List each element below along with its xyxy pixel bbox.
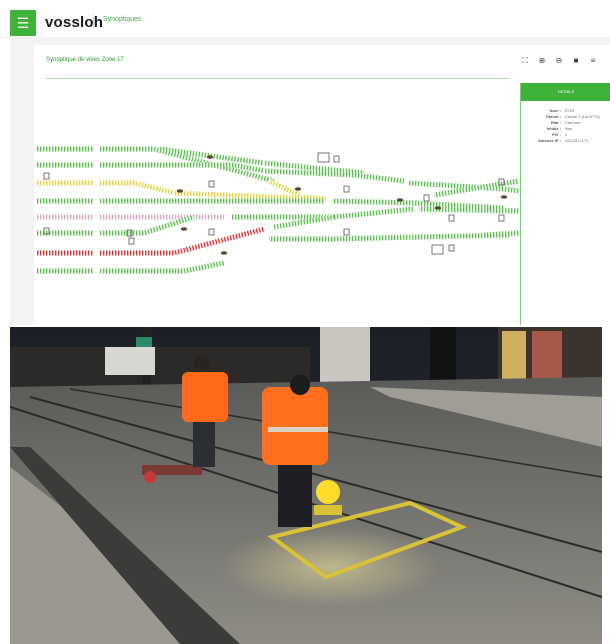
track-segment[interactable] — [37, 214, 94, 220]
zoom-in-icon[interactable]: ⊕ — [537, 56, 547, 65]
track-segment[interactable] — [353, 172, 405, 184]
track-segment[interactable] — [37, 268, 94, 274]
cabinet-icon[interactable] — [317, 152, 330, 163]
sensor-icon[interactable] — [343, 185, 350, 193]
details-panel: DETAILS Nom : E722 Parent : Centre 1 (Lis … — [520, 83, 610, 325]
track-segment[interactable] — [333, 232, 510, 242]
switch-motor-icon[interactable] — [176, 189, 184, 193]
header-divider — [93, 14, 94, 28]
track-segment[interactable] — [99, 162, 234, 168]
photo-track-inspection — [10, 327, 602, 644]
track-segment[interactable] — [37, 250, 94, 256]
app-title: Synoptiques — [103, 16, 142, 23]
panel-title-underline — [46, 78, 510, 79]
switch-motor-icon[interactable] — [220, 251, 228, 255]
sensor-icon[interactable] — [498, 214, 505, 222]
switch-motor-icon[interactable] — [206, 155, 214, 159]
track-segment[interactable] — [483, 230, 520, 238]
track-diagram — [37, 146, 520, 274]
cabinet-icon[interactable] — [431, 244, 444, 255]
switch-motor-icon[interactable] — [180, 227, 188, 231]
track-segment[interactable] — [99, 180, 134, 186]
logo: vossloh — [45, 14, 104, 31]
track-segment[interactable] — [37, 230, 94, 236]
track-segment[interactable] — [99, 268, 184, 274]
panel-title: Synoptique de voies Zone 17 — [46, 57, 124, 63]
track-segment[interactable] — [99, 198, 324, 204]
track-segment[interactable] — [99, 250, 174, 256]
sensor-icon[interactable] — [448, 214, 455, 222]
switch-motor-icon[interactable] — [294, 187, 302, 191]
sensor-icon[interactable] — [208, 228, 215, 236]
track-segment[interactable] — [269, 236, 334, 242]
synoptic-panel: Synoptique de voies Zone 17 ⛶ ⊕ ⊖ ■ ≡ DE… — [34, 45, 610, 325]
sensor-icon[interactable] — [208, 180, 215, 188]
sensor-icon[interactable] — [333, 155, 340, 163]
content-area: Synoptique de voies Zone 17 ⛶ ⊕ ⊖ ■ ≡ DE… — [10, 37, 610, 325]
expand-icon[interactable]: ⛶ — [520, 56, 530, 66]
track-segments — [37, 146, 520, 274]
track-segment[interactable] — [37, 146, 94, 152]
track-segment[interactable] — [99, 214, 224, 220]
switch-motor-icon[interactable] — [500, 195, 508, 199]
details-header: DETAILS — [521, 83, 610, 101]
sensor-icon[interactable] — [423, 194, 430, 202]
comment-icon[interactable]: ■ — [571, 56, 581, 65]
track-segment[interactable] — [37, 180, 94, 186]
top-bar: ☰ vossloh Synoptiques — [0, 0, 610, 38]
track-segment[interactable] — [99, 146, 154, 152]
track-segment[interactable] — [183, 260, 225, 274]
track-segment[interactable] — [333, 206, 415, 220]
sensor-icon[interactable] — [448, 244, 455, 252]
menu-icon[interactable]: ☰ — [10, 10, 36, 36]
photo-scene — [10, 327, 602, 644]
track-segment[interactable] — [418, 206, 520, 214]
track-segment[interactable] — [37, 162, 94, 168]
switch-motor-icon[interactable] — [434, 206, 442, 210]
track-segment[interactable] — [133, 180, 175, 196]
switch-motor-icon[interactable] — [396, 198, 404, 202]
track-segment[interactable] — [99, 230, 144, 236]
track-segment[interactable] — [503, 186, 520, 194]
sensor-icon[interactable] — [128, 237, 135, 245]
track-segment[interactable] — [173, 226, 265, 256]
track-segment[interactable] — [37, 198, 94, 204]
zoom-out-icon[interactable]: ⊖ — [554, 56, 564, 65]
sensor-icon[interactable] — [343, 228, 350, 236]
sensor-icon[interactable] — [43, 172, 50, 180]
list-icon[interactable]: ≡ — [588, 56, 598, 65]
